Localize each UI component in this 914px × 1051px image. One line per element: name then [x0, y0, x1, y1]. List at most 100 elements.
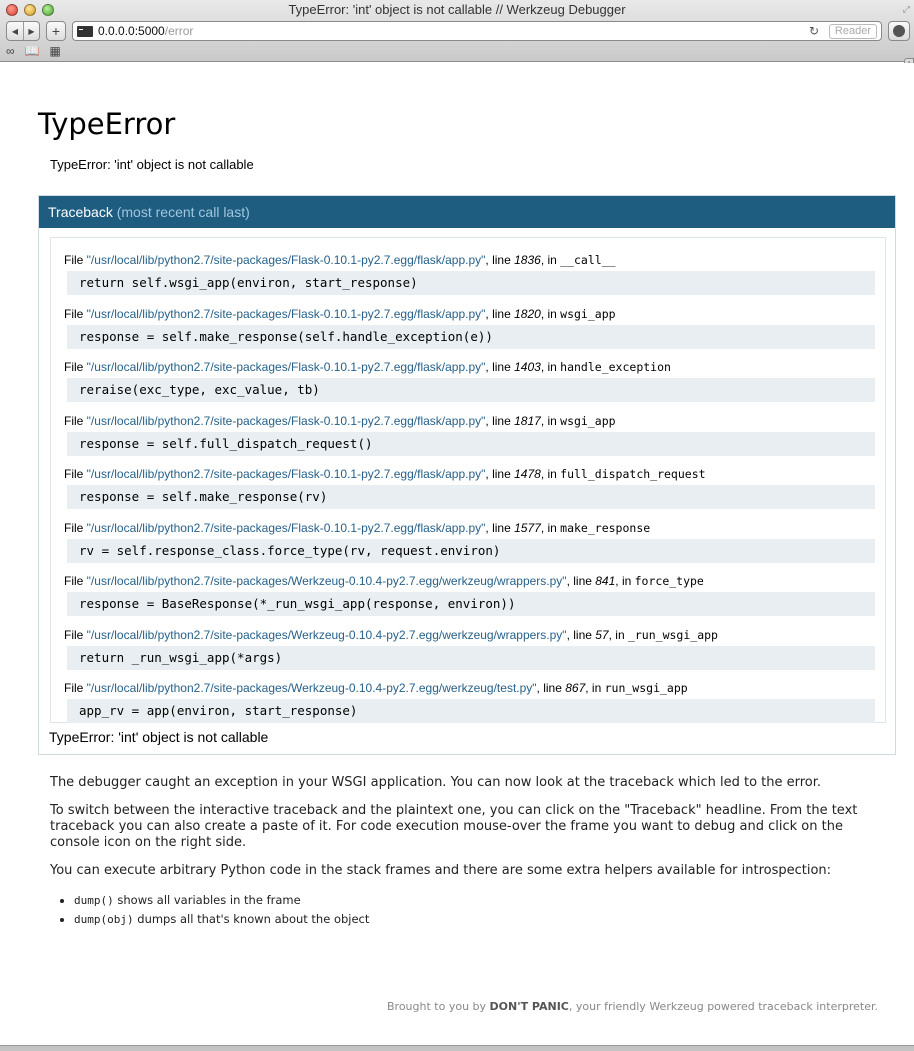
frame-line-number: 1577 [514, 520, 541, 535]
helper-text: dumps all that's known about the object [133, 912, 370, 926]
frame-in-prefix: , in [615, 574, 635, 588]
page-content: TypeError TypeError: 'int' object is not… [0, 63, 914, 1051]
frame-file-prefix: File [64, 413, 87, 428]
frame-file-prefix: File [64, 467, 87, 481]
frame-in-prefix: , in [608, 627, 628, 642]
frame-location: File "/usr/local/lib/python2.7/site-pack… [64, 573, 886, 589]
traceback-headline[interactable]: Traceback (most recent call last) [39, 196, 895, 228]
frame-file-prefix: File [64, 574, 87, 588]
list-item: dump() shows all variables in the frame [74, 891, 880, 910]
frame-file-prefix: File [64, 681, 87, 695]
frame-source[interactable]: response = BaseResponse(*_run_wsgi_app(r… [67, 592, 875, 616]
frame-source[interactable]: response = self.make_response(self.handl… [67, 324, 875, 349]
frame-in-prefix: , in [540, 413, 561, 428]
window-title: TypeError: 'int' object is not callable … [288, 2, 626, 17]
traceback-frame[interactable]: File "/usr/local/lib/python2.7/site-pack… [64, 359, 886, 402]
frame-in-prefix: , in [585, 681, 605, 695]
traceback-panel: Traceback (most recent call last) File "… [38, 195, 896, 755]
bookmarks-bar: ∞ 📖 ▦ [6, 44, 61, 58]
frame-line-number: 1820 [514, 306, 541, 321]
footer-brand: DON'T PANIC [489, 1000, 569, 1013]
frame-source[interactable]: return self.wsgi_app(environ, start_resp… [67, 271, 875, 295]
address-bar[interactable]: 0.0.0.0:5000 /error ↻ Reader [72, 21, 882, 41]
frame-line-prefix: , line [485, 306, 515, 321]
site-favicon [77, 25, 93, 37]
frame-line-prefix: , line [536, 681, 566, 695]
frame-line-prefix: , line [485, 467, 515, 481]
traceback-frame[interactable]: File "/usr/local/lib/python2.7/site-pack… [64, 520, 886, 563]
traceback-frames: File "/usr/local/lib/python2.7/site-pack… [50, 237, 886, 723]
frame-source[interactable]: app_rv = app(environ, start_response) [67, 699, 875, 723]
traceback-frame[interactable]: File "/usr/local/lib/python2.7/site-pack… [64, 680, 886, 723]
reader-button[interactable]: Reader [828, 24, 877, 39]
footer-prefix: Brought to you by [387, 1000, 490, 1013]
traceback-frame[interactable]: File "/usr/local/lib/python2.7/site-pack… [64, 306, 886, 349]
frame-line-number: 1836 [514, 253, 541, 267]
explanation-paragraph: To switch between the interactive traceb… [50, 803, 858, 850]
bookmarks-icon[interactable]: 📖 [25, 44, 40, 58]
frame-filename: "/usr/local/lib/python2.7/site-packages/… [86, 360, 486, 374]
frame-location: File "/usr/local/lib/python2.7/site-pack… [64, 252, 886, 268]
footer-suffix: , your friendly Werkzeug powered traceba… [568, 1000, 878, 1013]
frame-location: File "/usr/local/lib/python2.7/site-pack… [64, 359, 886, 375]
frame-line-prefix: , line [485, 520, 515, 535]
explanation-paragraph: You can execute arbitrary Python code in… [50, 863, 832, 878]
frame-source[interactable]: return _run_wsgi_app(*args) [67, 645, 875, 670]
fullscreen-icon[interactable]: ⤢ [903, 4, 910, 15]
frame-location: File "/usr/local/lib/python2.7/site-pack… [64, 520, 886, 536]
browser-toolbar: ◀ ▶ + 0.0.0.0:5000 /error ↻ Reader [6, 20, 910, 42]
frame-line-prefix: , line [485, 360, 515, 374]
traceback-frame[interactable]: File "/usr/local/lib/python2.7/site-pack… [64, 627, 886, 670]
frame-in-prefix: , in [540, 360, 561, 374]
top-sites-icon[interactable]: ▦ [50, 44, 61, 58]
frame-line-number: 1403 [514, 360, 541, 374]
frame-filename: "/usr/local/lib/python2.7/site-packages/… [86, 306, 486, 321]
frame-filename: "/usr/local/lib/python2.7/site-packages/… [86, 467, 486, 481]
final-error: TypeError: 'int' object is not callable [49, 729, 269, 745]
frame-source[interactable]: rv = self.response_class.force_type(rv, … [67, 538, 875, 563]
error-message: TypeError: 'int' object is not callable [50, 157, 254, 172]
downloads-icon[interactable] [888, 21, 910, 41]
back-icon[interactable]: ◀ [7, 22, 23, 40]
frame-line-prefix: , line [485, 413, 515, 428]
reading-list-icon[interactable]: ∞ [6, 44, 15, 58]
frame-filename: "/usr/local/lib/python2.7/site-packages/… [86, 253, 486, 267]
frame-filename: "/usr/local/lib/python2.7/site-packages/… [86, 413, 486, 428]
frame-function: full_dispatch_request [560, 467, 706, 481]
frame-in-prefix: , in [540, 253, 561, 267]
helper-code: dump() [74, 894, 114, 907]
frame-function: force_type [634, 574, 704, 588]
frame-file-prefix: File [64, 360, 87, 374]
frame-location: File "/usr/local/lib/python2.7/site-pack… [64, 680, 886, 696]
add-icon[interactable]: + [46, 21, 66, 41]
frame-line-number: 57 [595, 627, 609, 642]
frame-source[interactable]: reraise(exc_type, exc_value, tb) [67, 378, 875, 402]
frame-file-prefix: File [64, 520, 87, 535]
frame-line-prefix: , line [485, 253, 515, 267]
frame-line-number: 867 [565, 681, 586, 695]
frame-line-number: 1817 [514, 413, 541, 428]
frame-in-prefix: , in [540, 467, 561, 481]
frame-function: _run_wsgi_app [627, 627, 718, 642]
window-bottom-bar [0, 1045, 914, 1051]
traceback-frame[interactable]: File "/usr/local/lib/python2.7/site-pack… [64, 413, 886, 456]
traceback-frame[interactable]: File "/usr/local/lib/python2.7/site-pack… [64, 466, 886, 509]
frame-filename: "/usr/local/lib/python2.7/site-packages/… [86, 520, 486, 535]
frame-filename: "/usr/local/lib/python2.7/site-packages/… [86, 681, 537, 695]
forward-icon[interactable]: ▶ [23, 22, 39, 40]
frame-source[interactable]: response = self.make_response(rv) [67, 485, 875, 509]
footer: Brought to you by DON'T PANIC, your frie… [387, 1000, 878, 1013]
frame-function: run_wsgi_app [604, 681, 688, 695]
frame-in-prefix: , in [540, 306, 561, 321]
frame-source[interactable]: response = self.full_dispatch_request() [67, 431, 875, 456]
explanation: The debugger caught an exception in your… [50, 775, 880, 929]
browser-window: TypeError: 'int' object is not callable … [0, 0, 914, 1051]
frame-line-prefix: , line [566, 627, 596, 642]
reload-icon[interactable]: ↻ [809, 24, 819, 38]
frame-location: File "/usr/local/lib/python2.7/site-pack… [64, 413, 886, 429]
browser-titlebar: TypeError: 'int' object is not callable … [0, 0, 914, 62]
frame-function: handle_exception [560, 360, 671, 374]
traceback-frame[interactable]: File "/usr/local/lib/python2.7/site-pack… [64, 252, 886, 295]
helpers-list: dump() shows all variables in the frame … [50, 891, 880, 929]
traceback-frame[interactable]: File "/usr/local/lib/python2.7/site-pack… [64, 573, 886, 616]
